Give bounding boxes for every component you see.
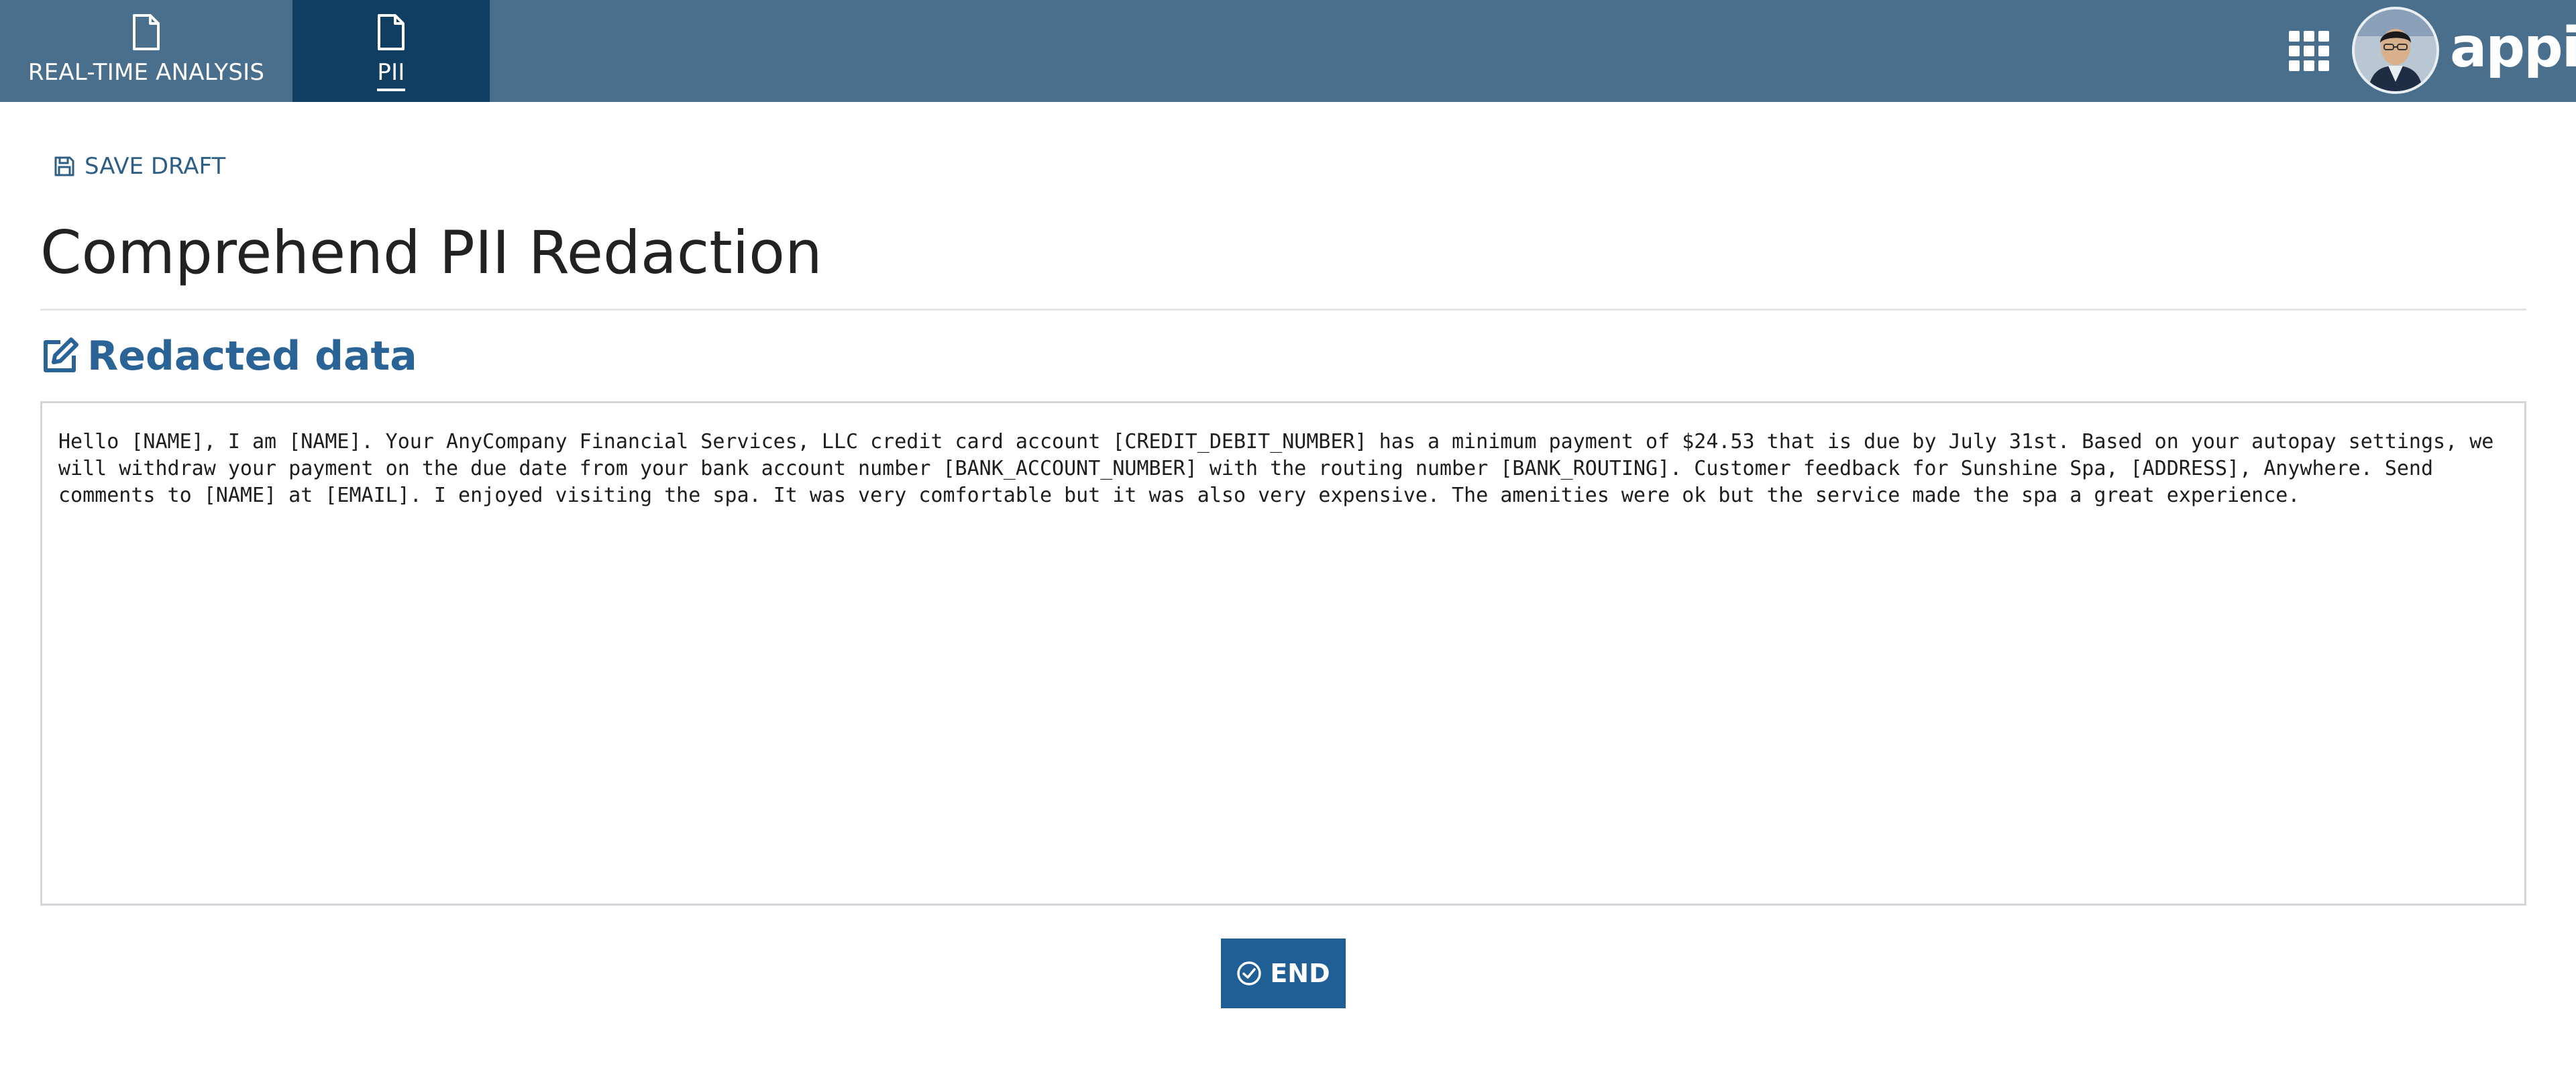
tab-underline	[132, 89, 160, 91]
appian-logo: appian	[2450, 16, 2576, 80]
tab-label: REAL-TIME ANALYSIS	[28, 59, 265, 86]
save-draft-button[interactable]: SAVE DRAFT	[54, 153, 225, 180]
avatar-image	[2355, 9, 2436, 91]
check-circle-icon	[1237, 961, 1262, 985]
save-icon	[54, 156, 74, 176]
tab-real-time-analysis[interactable]: REAL-TIME ANALYSIS	[0, 0, 292, 102]
top-header: REAL-TIME ANALYSIS PII appi	[0, 0, 2576, 102]
page-title: Comprehend PII Redaction	[40, 218, 822, 287]
redacted-text-field[interactable]: Hello [NAME], I am [NAME]. Your AnyCompa…	[40, 401, 2526, 906]
end-button-label: END	[1270, 959, 1330, 988]
end-button[interactable]: END	[1221, 939, 1346, 1008]
header-actions: appian	[2200, 0, 2576, 102]
nav-tabs: REAL-TIME ANALYSIS PII	[0, 0, 490, 102]
edit-icon	[44, 337, 78, 372]
save-draft-label: SAVE DRAFT	[85, 153, 226, 180]
tab-label: PII	[377, 59, 405, 86]
section-heading: Redacted data	[40, 332, 417, 380]
section-heading-label: Redacted data	[87, 333, 417, 380]
active-tab-indicator	[377, 89, 405, 91]
grid-icon[interactable]	[2288, 30, 2330, 72]
tab-pii[interactable]: PII	[292, 0, 490, 102]
title-divider	[40, 309, 2526, 311]
document-icon	[378, 14, 405, 50]
document-icon	[133, 14, 160, 50]
user-avatar[interactable]	[2352, 7, 2439, 94]
